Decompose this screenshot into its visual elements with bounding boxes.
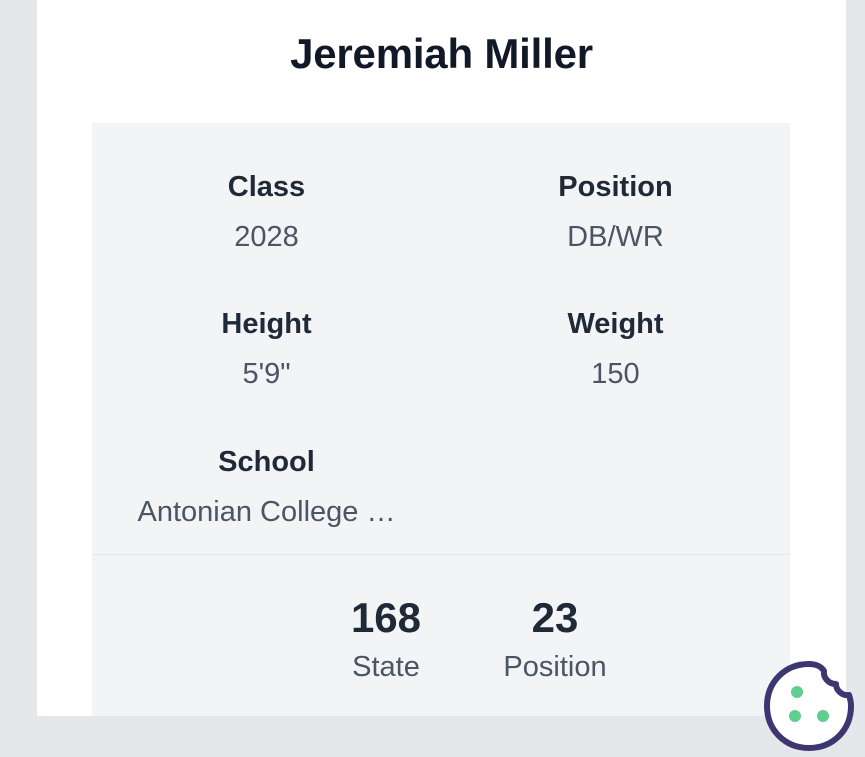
height-field: Height 5'9": [92, 310, 441, 389]
position-rank-value: 23: [531, 594, 579, 641]
position-ranking: 23 Position: [470, 597, 640, 682]
class-field: Class 2028: [92, 173, 441, 252]
weight-field: Weight 150: [441, 310, 790, 389]
state-rank-value: 168: [350, 594, 422, 641]
school-value: Antonian College …: [137, 498, 396, 527]
player-name: Jeremiah Miller: [290, 30, 593, 77]
school-label: School: [218, 446, 315, 478]
cookie-settings-button[interactable]: [763, 660, 855, 752]
school-field: School Antonian College …: [92, 448, 441, 527]
position-label: Position: [558, 171, 673, 203]
height-label: Height: [221, 308, 312, 340]
state-ranking: 168 State: [301, 597, 471, 682]
cookie-icon: [764, 661, 854, 751]
state-rank-label: State: [352, 651, 420, 683]
player-details-panel: Class 2028 Position DB/WR Height 5'9" We…: [92, 123, 790, 716]
player-info-grid: Class 2028 Position DB/WR Height 5'9" We…: [92, 123, 790, 555]
section-divider: [92, 554, 790, 555]
position-field: Position DB/WR: [441, 173, 790, 252]
position-value: DB/WR: [567, 223, 664, 252]
weight-value: 150: [591, 360, 640, 389]
player-profile-card: Jeremiah Miller Class 2028 Position DB/W…: [37, 0, 846, 716]
class-value: 2028: [234, 223, 299, 252]
height-value: 5'9": [242, 360, 291, 389]
position-rank-label: Position: [503, 651, 607, 683]
weight-label: Weight: [567, 308, 664, 340]
class-label: Class: [227, 171, 306, 203]
